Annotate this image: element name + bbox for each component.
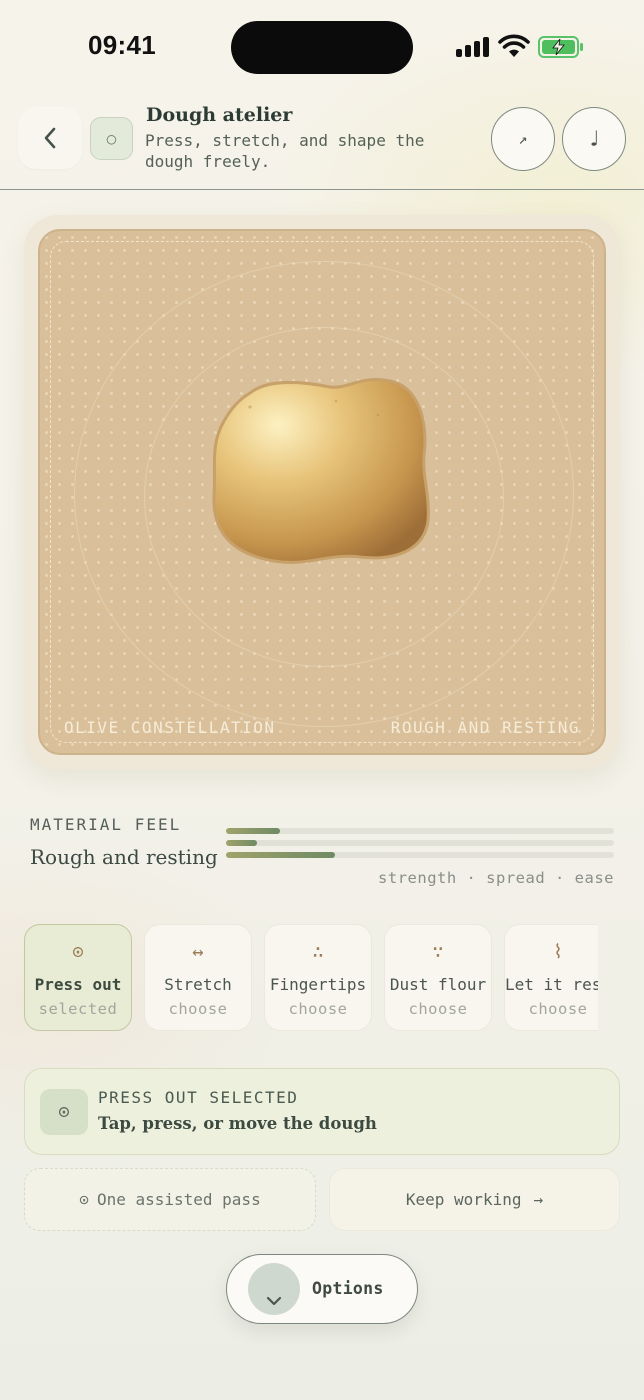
palette-label: OLIVE CONSTELLATION	[64, 718, 276, 737]
tool-state: choose	[408, 1000, 468, 1018]
status-bar: 09:41	[0, 0, 644, 96]
dynamic-island	[231, 21, 413, 74]
tool-name: Let it rest	[505, 975, 598, 994]
atelier-badge-icon: ○	[90, 117, 133, 160]
selected-tool-instruction: Tap, press, or move the dough	[98, 1114, 377, 1133]
strength-meter	[226, 828, 614, 834]
arrow-right-icon: →	[533, 1190, 544, 1209]
strength-meter-fill	[226, 828, 281, 834]
app-header: ○ Dough atelier Press, stretch, and shap…	[0, 96, 644, 190]
tool-state: choose	[288, 1000, 348, 1018]
state-label: ROUGH AND RESTING	[390, 718, 580, 737]
spread-meter-fill	[226, 840, 258, 846]
arrow-up-right-icon: ↗	[518, 130, 528, 148]
page-title: Dough atelier	[146, 104, 293, 126]
sound-button[interactable]: ♩	[562, 107, 626, 171]
flour-dots-icon: ∵	[432, 941, 444, 963]
chevron-down-icon	[266, 1296, 282, 1306]
selected-tool-heading: PRESS OUT SELECTED	[98, 1088, 299, 1107]
chevron-left-icon	[44, 127, 56, 149]
tool-name: Dust flour	[389, 975, 487, 994]
tool-state: choose	[168, 1000, 228, 1018]
keep-working-button[interactable]: Keep working →	[329, 1168, 620, 1231]
keep-working-label: Keep working	[405, 1190, 522, 1209]
wifi-icon	[498, 34, 530, 57]
press-target-icon: ⊙	[72, 941, 84, 963]
tool-stretch[interactable]: ↔ Stretch choose	[144, 924, 252, 1031]
tool-name: Fingertips	[269, 975, 367, 994]
stretch-arrows-icon: ↔	[192, 941, 204, 963]
share-button[interactable]: ↗	[491, 107, 555, 171]
spread-meter	[226, 840, 614, 846]
music-note-icon: ♩	[587, 126, 601, 152]
meter-legend: strength · spread · ease	[378, 869, 614, 887]
fingertips-dots-icon: ∴	[312, 941, 324, 963]
tool-state: choose	[528, 1000, 588, 1018]
tool-name: Stretch	[164, 975, 232, 994]
material-feel-value: Rough and resting	[30, 845, 218, 869]
tool-let-it-rest[interactable]: ⌇ Let it rest choose	[504, 924, 598, 1031]
dough-canvas-frame: OLIVE CONSTELLATION ROUGH AND RESTING	[24, 215, 620, 769]
status-time: 09:41	[88, 30, 156, 60]
material-feel-label: MATERIAL FEEL	[30, 815, 182, 834]
press-target-icon: ⊙	[40, 1089, 88, 1135]
battery-charging-icon	[538, 36, 583, 58]
tool-strip[interactable]: ⊙ Press out selected ↔ Stretch choose ∴ …	[24, 924, 598, 1032]
page-subtitle: Press, stretch, and shape the dough free…	[145, 131, 425, 171]
options-knob	[248, 1263, 300, 1315]
tool-name: Press out	[34, 975, 122, 994]
assisted-pass-label: One assisted pass	[96, 1190, 261, 1209]
dough-ball[interactable]	[210, 375, 436, 573]
cellular-signal-icon	[456, 37, 490, 57]
assisted-pass-button[interactable]: ⊙ One assisted pass	[24, 1168, 316, 1231]
tool-press-out[interactable]: ⊙ Press out selected	[24, 924, 132, 1031]
selected-tool-card: ⊙ PRESS OUT SELECTED Tap, press, or move…	[24, 1068, 620, 1155]
back-button[interactable]	[18, 107, 82, 169]
options-label: Options	[312, 1279, 384, 1298]
ease-meter	[226, 852, 614, 858]
options-button[interactable]: Options	[226, 1254, 418, 1324]
press-target-icon: ⊙	[79, 1190, 89, 1209]
tool-fingertips[interactable]: ∴ Fingertips choose	[264, 924, 372, 1031]
ease-meter-fill	[226, 852, 335, 858]
tool-state: selected	[38, 1000, 118, 1018]
rest-wave-icon: ⌇	[553, 941, 563, 963]
tool-dust-flour[interactable]: ∵ Dust flour choose	[384, 924, 492, 1031]
dough-board[interactable]: OLIVE CONSTELLATION ROUGH AND RESTING	[38, 229, 606, 755]
